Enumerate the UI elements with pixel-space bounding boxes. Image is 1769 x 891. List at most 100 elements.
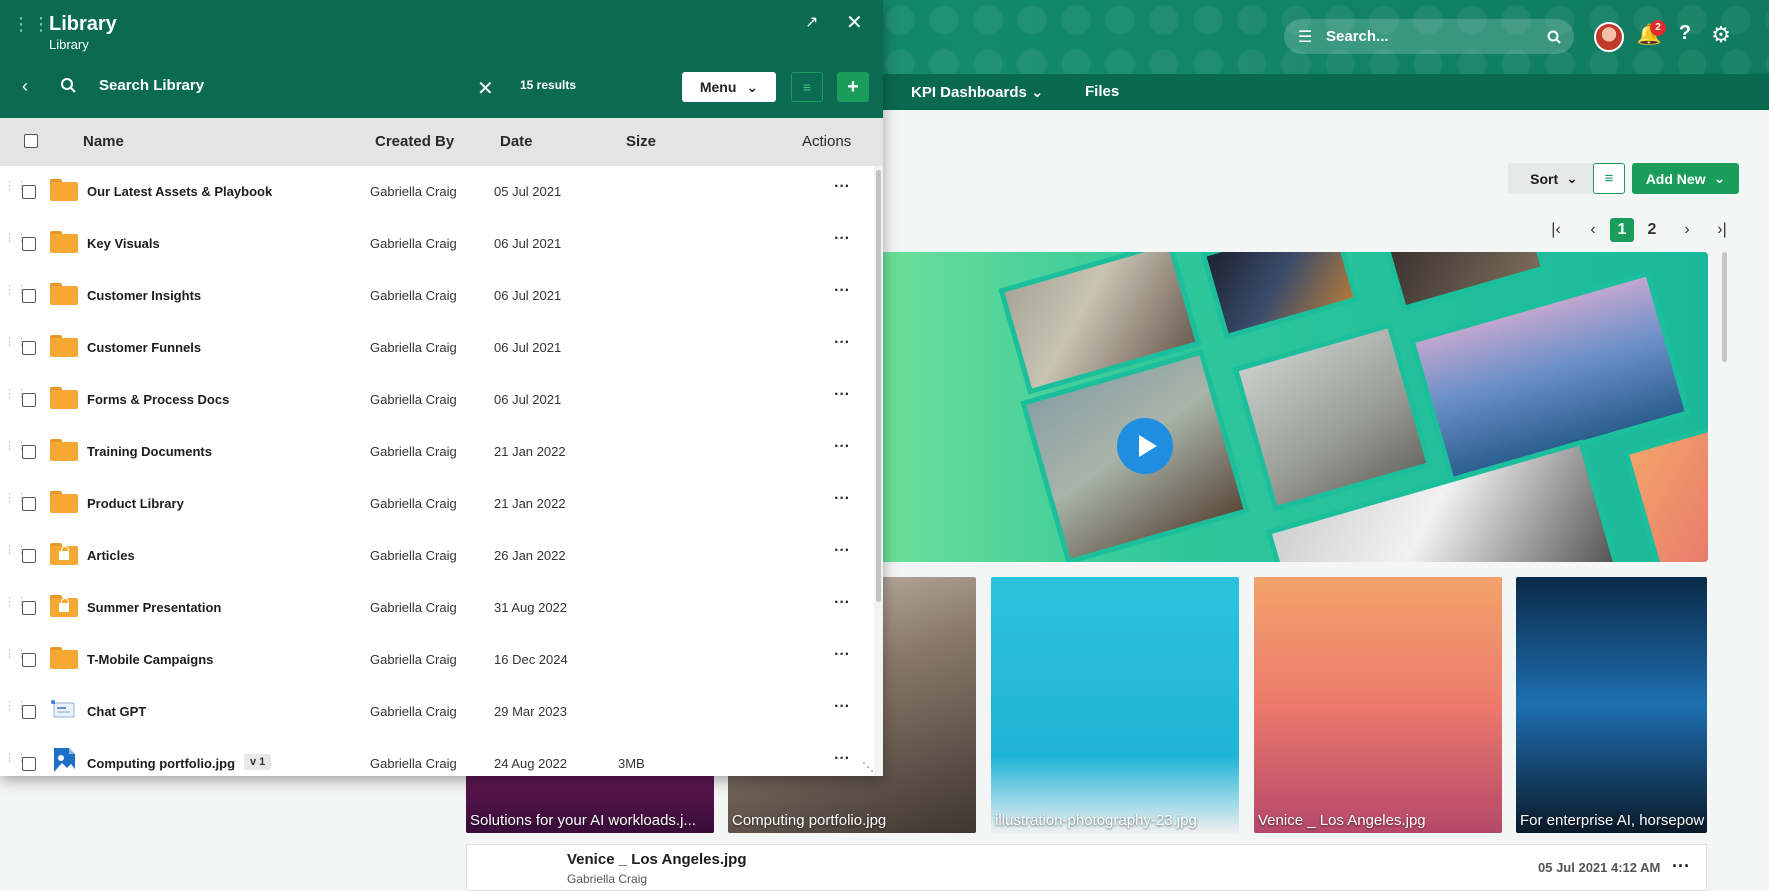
more-options-icon[interactable]: ··· (834, 698, 850, 716)
menu-button[interactable]: Menu ⌄ (682, 72, 776, 102)
select-all-checkbox[interactable] (24, 134, 38, 148)
row-checkbox[interactable] (22, 185, 36, 199)
row-name[interactable]: Customer Funnels (87, 340, 201, 355)
row-name[interactable]: Key Visuals (87, 236, 160, 251)
row-name[interactable]: Summer Presentation (87, 600, 221, 615)
search-icon[interactable] (1534, 30, 1574, 44)
add-button[interactable]: + (837, 72, 869, 102)
list-view-button[interactable]: ≡ (791, 72, 823, 102)
global-search-input[interactable]: Search... (1326, 28, 1534, 45)
table-row[interactable]: ⋮⋮ Summer Presentation Gabriella Craig 3… (0, 582, 874, 634)
row-name[interactable]: T-Mobile Campaigns (87, 652, 213, 667)
table-row[interactable]: ⋮⋮ Chat GPT Gabriella Craig 29 Mar 2023 … (0, 686, 874, 738)
table-row[interactable]: ⋮⋮ Product Library Gabriella Craig 21 Ja… (0, 478, 874, 530)
page-1-button[interactable]: 1 (1610, 218, 1634, 242)
file-detail-title[interactable]: Venice _ Los Angeles.jpg (567, 851, 747, 868)
table-row[interactable]: ⋮⋮ Training Documents Gabriella Craig 21… (0, 426, 874, 478)
row-checkbox[interactable] (22, 445, 36, 459)
table-row[interactable]: ⋮⋮ Customer Funnels Gabriella Craig 06 J… (0, 322, 874, 374)
folder-icon (50, 647, 78, 669)
table-row[interactable]: ⋮⋮ Computing portfolio.jpg v 1 Gabriella… (0, 738, 874, 776)
close-icon[interactable]: ✕ (846, 10, 863, 35)
page-2-button[interactable]: 2 (1642, 218, 1662, 242)
bell-icon[interactable]: 🔔 2 (1636, 20, 1666, 52)
avatar[interactable] (1594, 22, 1624, 52)
row-name[interactable]: Training Documents (87, 444, 212, 459)
hamburger-icon[interactable]: ☰ (1284, 27, 1326, 47)
table-row[interactable]: ⋮⋮ Our Latest Assets & Playbook Gabriell… (0, 166, 874, 218)
more-options-icon[interactable]: ··· (834, 178, 850, 196)
row-checkbox[interactable] (22, 237, 36, 251)
resize-handle-icon[interactable]: ⋱ (862, 760, 874, 774)
more-options-icon[interactable]: ··· (834, 646, 850, 664)
column-created-by[interactable]: Created By (375, 133, 454, 150)
play-icon[interactable] (1117, 418, 1173, 474)
gear-icon[interactable]: ⚙ (1706, 22, 1736, 52)
row-created-by: Gabriella Craig (370, 184, 457, 199)
row-name[interactable]: Articles (87, 548, 135, 563)
column-date[interactable]: Date (500, 133, 533, 150)
row-name[interactable]: Forms & Process Docs (87, 392, 229, 407)
hero-banner[interactable] (880, 252, 1708, 562)
more-options-icon[interactable]: ··· (834, 542, 850, 560)
hero-photo-sunset (1623, 418, 1708, 562)
nav-item-files[interactable]: Files (1085, 83, 1119, 100)
more-options-icon[interactable]: ··· (834, 594, 850, 612)
more-options-icon[interactable]: ··· (834, 230, 850, 248)
row-checkbox[interactable] (22, 393, 36, 407)
column-size[interactable]: Size (626, 133, 656, 150)
table-row[interactable]: ⋮⋮ Articles Gabriella Craig 26 Jan 2022 … (0, 530, 874, 582)
global-search[interactable]: ☰ Search... (1284, 19, 1574, 54)
row-name[interactable]: Our Latest Assets & Playbook (87, 184, 272, 199)
help-icon[interactable]: ? (1672, 22, 1698, 52)
media-card[interactable]: For enterprise AI, horsepow (1516, 577, 1707, 833)
row-checkbox[interactable] (22, 601, 36, 615)
row-checkbox[interactable] (22, 549, 36, 563)
list-view-button[interactable]: ≡ (1593, 163, 1625, 194)
row-name[interactable]: Computing portfolio.jpg (87, 756, 235, 771)
row-checkbox[interactable] (22, 705, 36, 719)
row-date: 29 Mar 2023 (494, 704, 567, 719)
nav-item-kpi-dashboards[interactable]: KPI Dashboards ⌄ (911, 83, 1044, 101)
add-new-button[interactable]: Add New ⌄ (1632, 163, 1739, 194)
first-page-button[interactable]: |‹ (1546, 218, 1566, 242)
last-page-button[interactable]: ›| (1712, 218, 1732, 242)
more-options-icon[interactable]: ··· (834, 282, 850, 300)
more-options-icon[interactable]: ··· (834, 386, 850, 404)
more-options-icon[interactable]: ··· (834, 750, 850, 768)
drag-handle-icon[interactable]: ⋮⋮ (12, 15, 52, 33)
table-row[interactable]: ⋮⋮ Key Visuals Gabriella Craig 06 Jul 20… (0, 218, 874, 270)
page-scrollbar[interactable] (1722, 252, 1727, 362)
media-card[interactable]: Venice _ Los Angeles.jpg (1254, 577, 1502, 833)
row-created-by: Gabriella Craig (370, 444, 457, 459)
row-checkbox[interactable] (22, 757, 36, 771)
clear-search-icon[interactable]: ✕ (477, 76, 494, 101)
media-card[interactable]: illustration-photography-23.jpg (991, 577, 1239, 833)
panel-scrollbar[interactable] (874, 166, 883, 776)
more-options-icon[interactable]: ··· (834, 438, 850, 456)
row-date: 31 Aug 2022 (494, 600, 568, 615)
back-arrow-icon[interactable]: ‹ (22, 76, 28, 97)
library-search-input[interactable] (99, 77, 469, 94)
row-checkbox[interactable] (22, 341, 36, 355)
prev-page-button[interactable]: ‹ (1585, 218, 1601, 242)
row-name[interactable]: Chat GPT (87, 704, 146, 719)
row-created-by: Gabriella Craig (370, 392, 457, 407)
expand-icon[interactable]: ↗ (805, 12, 818, 32)
row-checkbox[interactable] (22, 497, 36, 511)
more-options-icon[interactable]: ··· (834, 334, 850, 352)
row-name[interactable]: Customer Insights (87, 288, 201, 303)
more-options-icon[interactable]: ··· (834, 490, 850, 508)
table-row[interactable]: ⋮⋮ Customer Insights Gabriella Craig 06 … (0, 270, 874, 322)
scrollbar-thumb[interactable] (876, 170, 881, 602)
row-name[interactable]: Product Library (87, 496, 184, 511)
table-row[interactable]: ⋮⋮ Forms & Process Docs Gabriella Craig … (0, 374, 874, 426)
column-name[interactable]: Name (83, 133, 124, 150)
table-row[interactable]: ⋮⋮ T-Mobile Campaigns Gabriella Craig 16… (0, 634, 874, 686)
next-page-button[interactable]: › (1679, 218, 1695, 242)
sort-button[interactable]: Sort ⌄ (1508, 163, 1600, 194)
more-options-icon[interactable]: ··· (1672, 856, 1690, 877)
row-date: 06 Jul 2021 (494, 236, 562, 251)
row-checkbox[interactable] (22, 653, 36, 667)
row-checkbox[interactable] (22, 289, 36, 303)
